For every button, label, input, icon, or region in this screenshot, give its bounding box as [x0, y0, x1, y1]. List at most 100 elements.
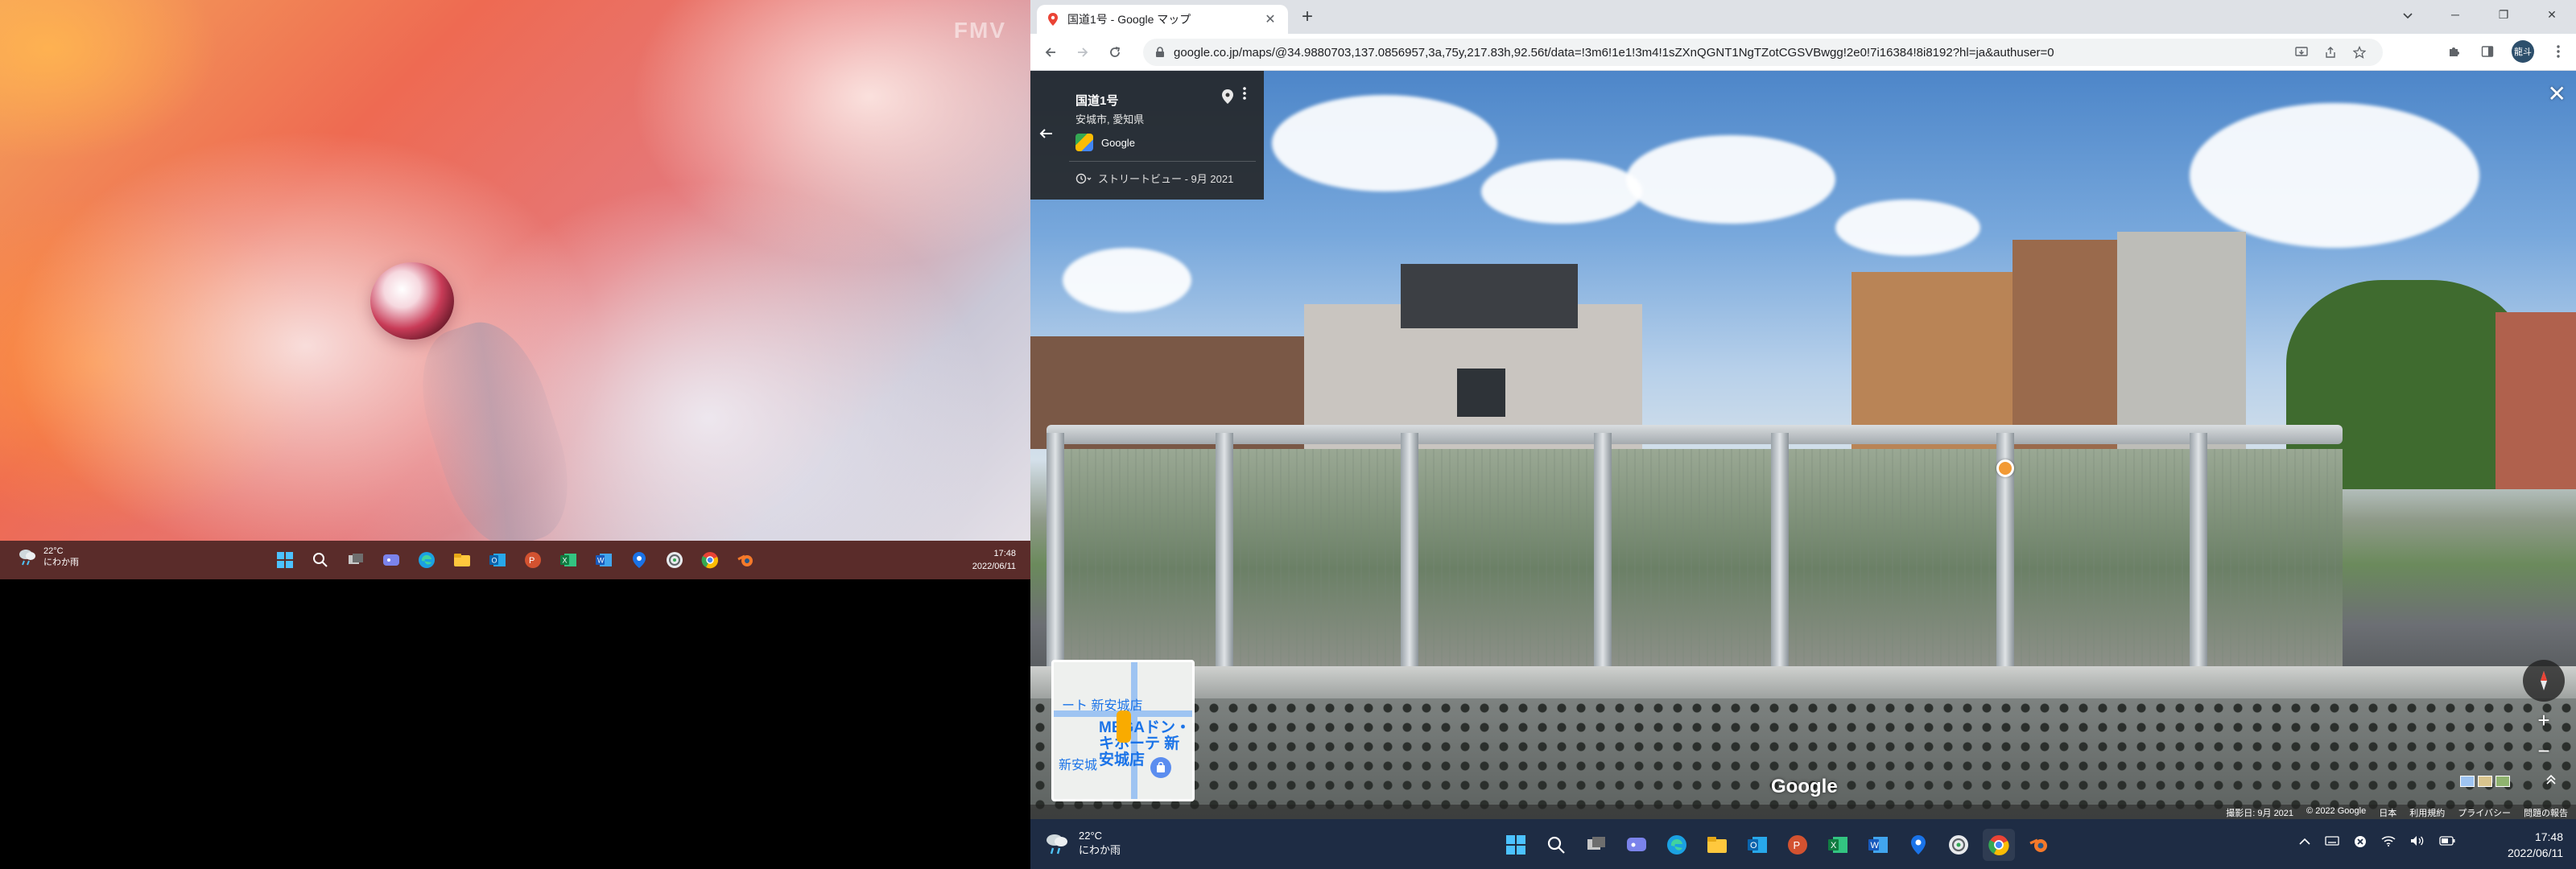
restore-button[interactable]: ❐: [2479, 0, 2528, 29]
extensions-puzzle-icon[interactable]: [2444, 42, 2463, 61]
minimize-button[interactable]: ─: [2431, 0, 2479, 29]
desktop-wallpaper: FMV: [0, 0, 1030, 579]
expand-chevron-icon[interactable]: [2545, 772, 2557, 789]
app-status-icon[interactable]: [2354, 835, 2367, 850]
footer-terms-link[interactable]: 利用規約: [2409, 806, 2445, 819]
chrome-menu-icon[interactable]: [2549, 42, 2568, 61]
side-panel-icon[interactable]: [2478, 42, 2497, 61]
toolbar-right-actions: 龍斗: [2444, 40, 2568, 63]
weather-desc: にわか雨: [43, 558, 79, 567]
chrome-window: 国道1号 - Google マップ ✕ + ─ ❐ ✕ google.co.jp…: [1030, 0, 2576, 869]
lock-icon[interactable]: [1154, 47, 1166, 58]
chrome-icon[interactable]: [697, 547, 723, 573]
tray-overflow-chevron-icon[interactable]: [2299, 835, 2310, 850]
footer-capture-date: 撮影日: 9月 2021: [2226, 809, 2294, 818]
task-view-icon[interactable]: [1580, 829, 1612, 861]
capture-date-selector[interactable]: ストリートビュー - 9月 2021: [1075, 171, 1233, 186]
minimap-label-bottom: 新安城: [1059, 759, 1098, 772]
back-icon[interactable]: [1038, 40, 1063, 64]
search-icon[interactable]: [1540, 829, 1572, 861]
profile-avatar[interactable]: 龍斗: [2512, 40, 2534, 63]
excel-icon[interactable]: X: [1822, 829, 1854, 861]
pegman-icon[interactable]: [1117, 710, 1131, 743]
wallpaper-stem: [402, 308, 588, 561]
powerpoint-icon[interactable]: P: [520, 547, 546, 573]
search-icon[interactable]: [308, 547, 333, 573]
sky-cloud: [1063, 248, 1191, 312]
new-tab-button[interactable]: +: [1296, 6, 1319, 29]
bookmark-star-icon[interactable]: [2352, 45, 2367, 60]
place-marker-icon[interactable]: [1996, 459, 2014, 477]
layer-thumbnails[interactable]: [2460, 776, 2510, 787]
install-app-icon[interactable]: [2294, 45, 2309, 60]
word-icon[interactable]: W: [591, 547, 617, 573]
address-bar[interactable]: google.co.jp/maps/@34.9880703,137.085695…: [1143, 39, 2383, 66]
forward-icon[interactable]: [1071, 40, 1095, 64]
outlook-icon[interactable]: O: [485, 547, 510, 573]
svg-text:O: O: [492, 557, 497, 565]
file-explorer-icon[interactable]: [1701, 829, 1733, 861]
task-view-icon[interactable]: [343, 547, 369, 573]
maps-icon[interactable]: [1902, 829, 1934, 861]
start-icon[interactable]: [272, 547, 298, 573]
location-pin-icon[interactable]: [1220, 89, 1235, 105]
outlook-icon[interactable]: O: [1741, 829, 1773, 861]
maps-icon[interactable]: [626, 547, 652, 573]
compass-icon[interactable]: [2523, 660, 2565, 702]
minimap[interactable]: ート 新安城店 MEGAドン・キホーテ 新安城店 新安城: [1051, 660, 1195, 801]
wifi-icon[interactable]: [2381, 835, 2396, 850]
reload-icon[interactable]: [1103, 40, 1127, 64]
tab-google-maps[interactable]: 国道1号 - Google マップ ✕: [1037, 5, 1288, 34]
window-controls: ─ ❐ ✕: [2431, 0, 2576, 29]
edge-icon[interactable]: [1661, 829, 1693, 861]
start-icon[interactable]: [1500, 829, 1532, 861]
system-tray: [2299, 835, 2455, 850]
zoom-out-button[interactable]: −: [2529, 739, 2558, 764]
keyboard-icon[interactable]: [2325, 835, 2339, 850]
place-address: 安城市, 愛知県: [1075, 113, 1145, 126]
excel-icon[interactable]: X: [555, 547, 581, 573]
zoom-in-button[interactable]: +: [2529, 708, 2558, 734]
footer-region[interactable]: 日本: [2379, 806, 2396, 819]
layer-thumb[interactable]: [2460, 776, 2475, 787]
file-explorer-icon[interactable]: [449, 547, 475, 573]
back-arrow-icon[interactable]: [1038, 126, 1053, 144]
provider-name: Google: [1101, 136, 1135, 149]
svg-text:X: X: [1831, 841, 1837, 850]
powerpoint-icon[interactable]: P: [1781, 829, 1814, 861]
chrome-icon[interactable]: [1983, 829, 2015, 861]
left-monitor: FMV 22°C にわか雨 O P X W 17:48 2022/06/11: [0, 0, 1030, 579]
word-icon[interactable]: W: [1862, 829, 1894, 861]
layer-thumb[interactable]: [2478, 776, 2492, 787]
settings-icon[interactable]: [1942, 829, 1975, 861]
tab-close-icon[interactable]: ✕: [1262, 11, 1278, 27]
card-divider: [1069, 161, 1256, 162]
svg-text:P: P: [1794, 839, 1801, 851]
blender-icon[interactable]: [733, 547, 758, 573]
weather-widget[interactable]: 22°C にわか雨: [1045, 829, 1121, 858]
shopping-bag-icon[interactable]: [1150, 757, 1171, 778]
history-clock-icon: [1075, 173, 1092, 183]
teams-chat-icon[interactable]: [378, 547, 404, 573]
footer-privacy-link[interactable]: プライバシー: [2458, 806, 2511, 819]
left-clock[interactable]: 17:48 2022/06/11: [972, 547, 1016, 573]
url-text[interactable]: google.co.jp/maps/@34.9880703,137.085695…: [1174, 46, 2054, 60]
battery-icon[interactable]: [2439, 835, 2455, 850]
blender-icon[interactable]: [2023, 829, 2055, 861]
share-icon[interactable]: [2323, 45, 2338, 60]
close-streetview-icon[interactable]: ✕: [2548, 80, 2566, 107]
edge-icon[interactable]: [414, 547, 440, 573]
more-options-icon[interactable]: [1243, 87, 1246, 104]
layer-thumb[interactable]: [2496, 776, 2510, 787]
settings-icon[interactable]: [662, 547, 687, 573]
weather-widget[interactable]: 22°C にわか雨: [18, 546, 79, 568]
right-clock[interactable]: 17:48 2022/06/11: [2508, 829, 2563, 861]
streetview-panorama[interactable]: 国道1号 安城市, 愛知県 Google ストリートビュー - 9月 2021 …: [1030, 71, 2576, 819]
footer-report-link[interactable]: 問題の報告: [2524, 806, 2568, 819]
building-right-brick: [2496, 312, 2576, 489]
close-window-button[interactable]: ✕: [2528, 0, 2576, 29]
volume-icon[interactable]: [2410, 835, 2425, 850]
teams-chat-icon[interactable]: [1620, 829, 1653, 861]
tab-search-icon[interactable]: [2396, 5, 2419, 27]
right-taskbar: 22°C にわか雨 O P X W 17:48 2022/06/11: [1030, 819, 2576, 869]
